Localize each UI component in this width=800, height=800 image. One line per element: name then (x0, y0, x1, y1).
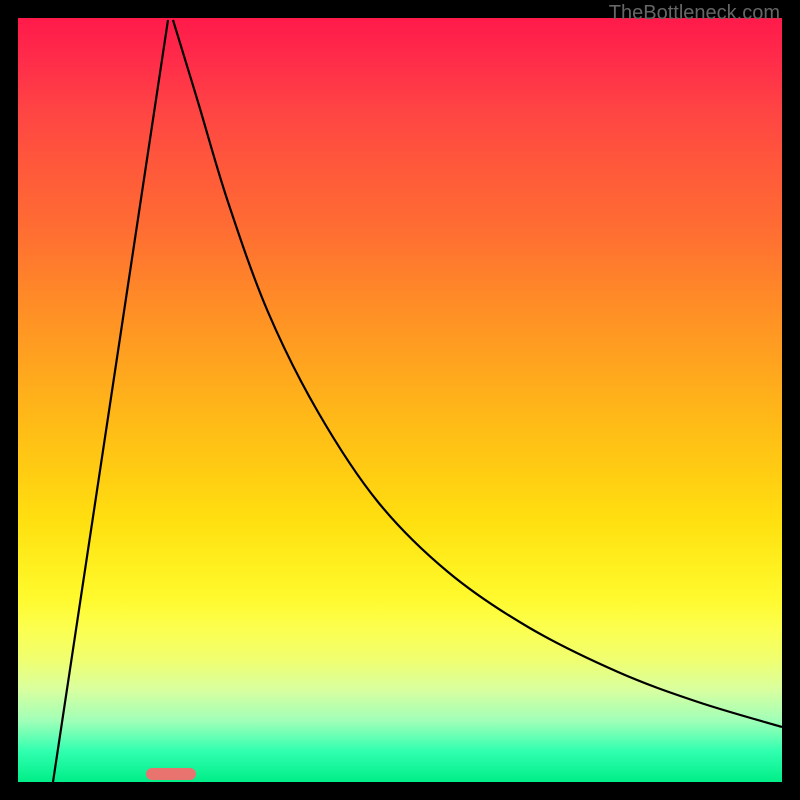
left-line (53, 20, 168, 782)
bottleneck-marker (146, 768, 196, 780)
curve-svg (18, 18, 782, 782)
watermark-text: TheBottleneck.com (609, 2, 780, 25)
chart-area (18, 18, 782, 782)
right-curve (173, 20, 782, 727)
